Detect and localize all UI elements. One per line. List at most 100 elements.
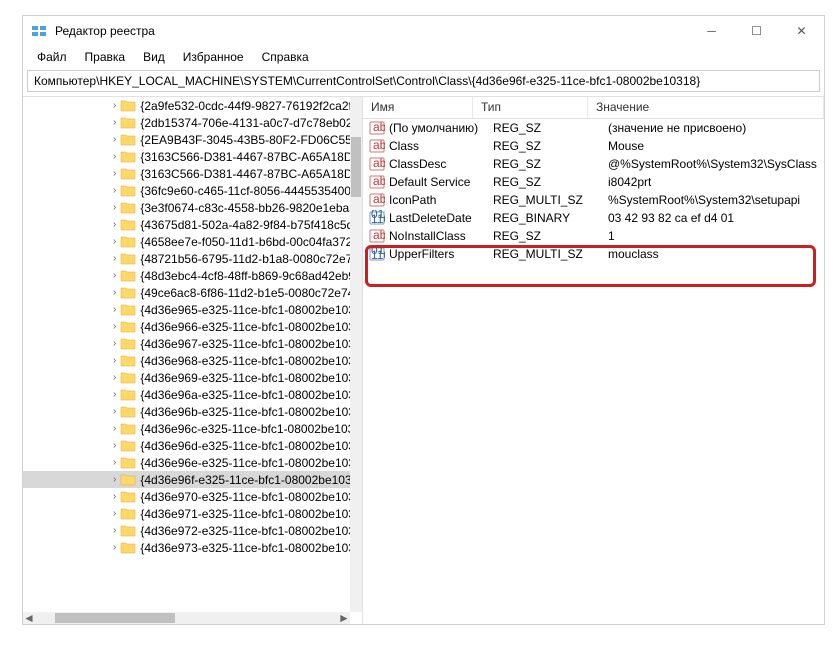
folder-icon (120, 269, 136, 283)
tree-item[interactable]: ›{4d36e965-e325-11ce-bfc1-08002be1031 (23, 301, 350, 318)
svg-text:ab: ab (373, 228, 385, 242)
expand-icon[interactable]: › (113, 100, 116, 111)
menu-favorites[interactable]: Избранное (175, 48, 252, 66)
tree-item-label: {4d36e970-e325-11ce-bfc1-08002be1031 (140, 490, 350, 504)
expand-icon[interactable]: › (113, 491, 116, 502)
folder-icon (120, 439, 136, 453)
expand-icon[interactable]: › (113, 338, 116, 349)
address-bar[interactable]: Компьютер\HKEY_LOCAL_MACHINE\SYSTEM\Curr… (27, 70, 820, 92)
expand-icon[interactable]: › (113, 508, 116, 519)
folder-icon (120, 218, 136, 232)
tree-item[interactable]: ›{4d36e967-e325-11ce-bfc1-08002be1031 (23, 335, 350, 352)
tree-item[interactable]: › {4d36e970-e325-11ce-bfc1-08002be1031 (23, 488, 350, 505)
menu-file[interactable]: Файл (29, 48, 75, 66)
tree-item[interactable]: ›{43675d81-502a-4a82-9f84-b75f418c5de (23, 216, 350, 233)
tree-item[interactable]: › {4d36e969-e325-11ce-bfc1-08002be1031 (23, 369, 350, 386)
tree-item-label: {4d36e96b-e325-11ce-bfc1-08002be1031 (140, 405, 350, 419)
expand-icon[interactable]: › (113, 372, 116, 383)
tree-item[interactable]: ›{4d36e973-e325-11ce-bfc1-08002be1031 (23, 539, 350, 556)
menu-edit[interactable]: Правка (77, 48, 134, 66)
scrollbar-thumb[interactable] (351, 137, 361, 197)
tree-item[interactable]: ›{4d36e966-e325-11ce-bfc1-08002be1031 (23, 318, 350, 335)
column-value[interactable]: Значение (588, 97, 824, 118)
tree-item[interactable]: ›{4d36e96a-e325-11ce-bfc1-08002be1031 (23, 386, 350, 403)
value-row[interactable]: abClassDescREG_SZ@%SystemRoot%\System32\… (363, 155, 824, 173)
value-row[interactable]: 011110UpperFiltersREG_MULTI_SZmouclass (363, 245, 824, 263)
expand-icon[interactable]: › (113, 542, 116, 553)
value-name: UpperFilters (389, 247, 493, 261)
minimize-button[interactable]: ─ (689, 16, 734, 46)
tree-item[interactable]: ›{4d36e96c-e325-11ce-bfc1-08002be1031 (23, 420, 350, 437)
tree-item[interactable]: ›{36fc9e60-c465-11cf-8056-444553540000 (23, 182, 350, 199)
tree-item[interactable]: › {4d36e96b-e325-11ce-bfc1-08002be1031 (23, 403, 350, 420)
tree-item[interactable]: ›{4d36e971-e325-11ce-bfc1-08002be1031 (23, 505, 350, 522)
expand-icon[interactable]: › (113, 134, 116, 145)
expand-icon[interactable]: › (113, 287, 116, 298)
tree-item[interactable]: ›{4d36e96e-e325-11ce-bfc1-08002be1031 (23, 454, 350, 471)
tree-item[interactable]: ›{3163C566-D381-4467-87BC-A65A18D5B (23, 148, 350, 165)
expand-icon[interactable]: › (113, 440, 116, 451)
tree-item[interactable]: ›{4658ee7e-f050-11d1-b6bd-00c04fa372a (23, 233, 350, 250)
expand-icon[interactable]: › (113, 270, 116, 281)
tree-item[interactable]: ›{49ce6ac8-6f86-11d2-b1e5-0080c72e74a (23, 284, 350, 301)
tree-item[interactable]: ›{2EA9B43F-3045-43B5-80F2-FD06C55FBE (23, 131, 350, 148)
value-row[interactable]: abNoInstallClassREG_SZ1 (363, 227, 824, 245)
folder-icon (120, 252, 136, 266)
tree-item-label: {4d36e969-e325-11ce-bfc1-08002be1031 (140, 371, 350, 385)
expand-icon[interactable]: › (113, 525, 116, 536)
value-type-icon: 011110 (369, 210, 385, 226)
value-row[interactable]: 011110LastDeleteDateREG_BINARY03 42 93 8… (363, 209, 824, 227)
close-button[interactable]: ✕ (779, 16, 824, 46)
tree-item[interactable]: ›{2db15374-706e-4131-a0c7-d7c78eb0289 (23, 114, 350, 131)
tree-item[interactable]: ›{4d36e96d-e325-11ce-bfc1-08002be1031 (23, 437, 350, 454)
expand-icon[interactable]: › (113, 117, 116, 128)
expand-icon[interactable]: › (113, 185, 116, 196)
scrollbar-thumb[interactable] (55, 613, 175, 623)
tree-item[interactable]: ›{3163C566-D381-4467-87BC-A65A18D5B (23, 165, 350, 182)
expand-icon[interactable]: › (113, 253, 116, 264)
tree-vertical-scrollbar[interactable] (350, 97, 362, 612)
menu-view[interactable]: Вид (135, 48, 173, 66)
expand-icon[interactable]: › (113, 474, 116, 485)
expand-icon[interactable]: › (113, 151, 116, 162)
menu-help[interactable]: Справка (254, 48, 317, 66)
expand-icon[interactable]: › (113, 423, 116, 434)
expand-icon[interactable]: › (113, 219, 116, 230)
expand-icon[interactable]: › (113, 236, 116, 247)
titlebar[interactable]: Редактор реестра ─ ☐ ✕ (23, 16, 824, 46)
expand-icon[interactable]: › (113, 406, 116, 417)
value-row[interactable]: abClassREG_SZMouse (363, 137, 824, 155)
tree-item[interactable]: ›{48721b56-6795-11d2-b1a8-0080c72e74a (23, 250, 350, 267)
tree-item[interactable]: ›{4d36e968-e325-11ce-bfc1-08002be1031 (23, 352, 350, 369)
tree-item[interactable]: ›{3e3f0674-c83c-4558-bb26-9820e1eba5c (23, 199, 350, 216)
tree-list[interactable]: ›{2a9fe532-0cdc-44f9-9827-76192f2ca2fb›{… (23, 97, 350, 612)
expand-icon[interactable]: › (113, 304, 116, 315)
value-row[interactable]: ab(По умолчанию)REG_SZ(значение не присв… (363, 119, 824, 137)
value-type-icon: ab (369, 174, 385, 190)
scroll-left-arrow[interactable]: ◄ (23, 611, 35, 624)
expand-icon[interactable]: › (113, 457, 116, 468)
value-row[interactable]: abDefault ServiceREG_SZi8042prt (363, 173, 824, 191)
expand-icon[interactable]: › (113, 168, 116, 179)
values-list[interactable]: ab(По умолчанию)REG_SZ(значение не присв… (363, 119, 824, 624)
column-type[interactable]: Тип (473, 97, 588, 118)
expand-icon[interactable]: › (113, 321, 116, 332)
tree-item[interactable]: ›{4d36e96f-e325-11ce-bfc1-08002be10318 (23, 471, 350, 488)
expand-icon[interactable]: › (113, 355, 116, 366)
tree-item[interactable]: ›{48d3ebc4-4cf8-48ff-b869-9c68ad42eb9 (23, 267, 350, 284)
tree-item[interactable]: ›{4d36e972-e325-11ce-bfc1-08002be1031 (23, 522, 350, 539)
expand-icon[interactable]: › (113, 389, 116, 400)
value-type: REG_SZ (493, 121, 608, 135)
column-name[interactable]: Имя (363, 97, 473, 118)
tree-horizontal-scrollbar[interactable]: ◄ ► (23, 612, 350, 624)
scroll-right-arrow[interactable]: ► (338, 611, 350, 624)
expand-icon[interactable]: › (113, 202, 116, 213)
tree-pane: ›{2a9fe532-0cdc-44f9-9827-76192f2ca2fb›{… (23, 97, 363, 624)
menubar: Файл Правка Вид Избранное Справка (23, 46, 824, 68)
folder-icon (120, 456, 136, 470)
value-row[interactable]: abIconPathREG_MULTI_SZ%SystemRoot%\Syste… (363, 191, 824, 209)
maximize-button[interactable]: ☐ (734, 16, 779, 46)
registry-editor-window: Редактор реестра ─ ☐ ✕ Файл Правка Вид И… (22, 15, 825, 625)
tree-item[interactable]: ›{2a9fe532-0cdc-44f9-9827-76192f2ca2fb (23, 97, 350, 114)
folder-icon (120, 303, 136, 317)
